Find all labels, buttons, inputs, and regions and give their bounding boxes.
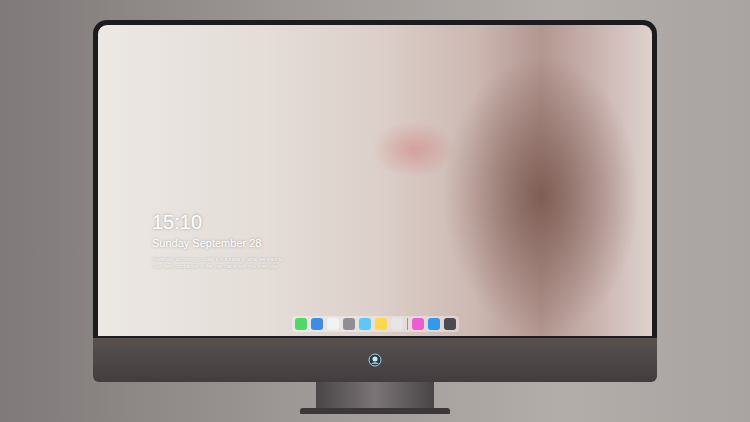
monitor-bezel: 15:10 Sunday September 28 Yesterday techno… (93, 20, 657, 338)
lock-screen[interactable]: 15:10 Sunday September 28 Yesterday techno… (98, 25, 652, 336)
monitor-stand (316, 382, 434, 408)
quote-line: Your best companion is the one that is w… (152, 263, 652, 270)
monitor: 15:10 Sunday September 28 Yesterday techno… (93, 20, 657, 422)
app-icon[interactable] (391, 318, 403, 330)
app-icon[interactable] (444, 318, 456, 330)
brand-logo-icon (368, 353, 382, 367)
clock-time: 15:10 (152, 211, 652, 233)
app-icon[interactable] (311, 318, 323, 330)
app-icon[interactable] (343, 318, 355, 330)
quote-line: Yesterday technology, today it is a trad… (152, 256, 652, 263)
app-icon[interactable] (327, 318, 339, 330)
app-icon[interactable] (412, 318, 424, 330)
app-icon[interactable] (295, 318, 307, 330)
monitor-base (300, 408, 450, 414)
dock (292, 316, 459, 332)
app-icon[interactable] (428, 318, 440, 330)
app-icon[interactable] (375, 318, 387, 330)
clock-date: Sunday September 28 (152, 236, 652, 250)
quote-text: Yesterday technology, today it is a trad… (152, 256, 652, 270)
monitor-chin (93, 338, 657, 382)
dock-separator (407, 318, 408, 330)
desktop-background: 15:10 Sunday September 28 Yesterday techno… (0, 0, 750, 422)
app-icon[interactable] (359, 318, 371, 330)
